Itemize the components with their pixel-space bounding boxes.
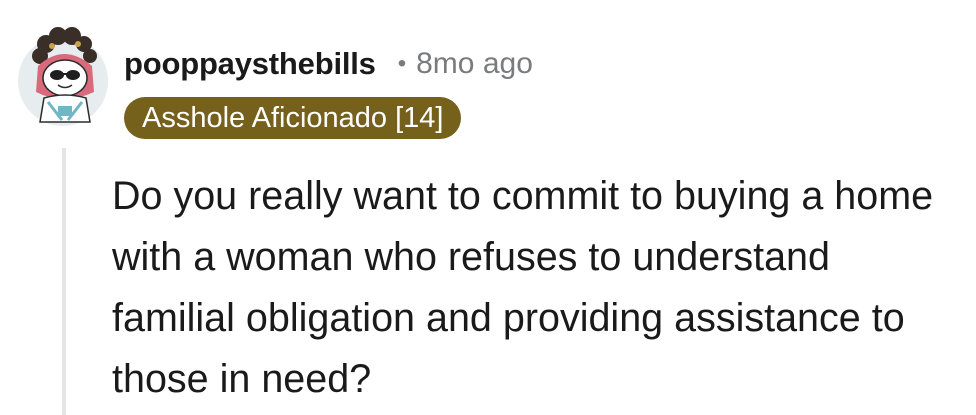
meta-separator: • bbox=[397, 50, 407, 77]
username-link[interactable]: pooppaysthebills bbox=[124, 46, 376, 82]
user-avatar[interactable] bbox=[18, 22, 110, 126]
snoo-avatar-icon bbox=[32, 27, 97, 123]
comment-card: pooppaysthebills • 8mo ago Asshole Afici… bbox=[0, 0, 976, 415]
user-flair-badge: Asshole Aficionado [14] bbox=[124, 97, 462, 139]
comment-header: pooppaysthebills • 8mo ago bbox=[124, 38, 533, 90]
comment-body: Do you really want to commit to buying a… bbox=[112, 174, 934, 401]
comment-timestamp[interactable]: 8mo ago bbox=[416, 47, 533, 81]
thread-collapse-line[interactable] bbox=[62, 148, 66, 415]
